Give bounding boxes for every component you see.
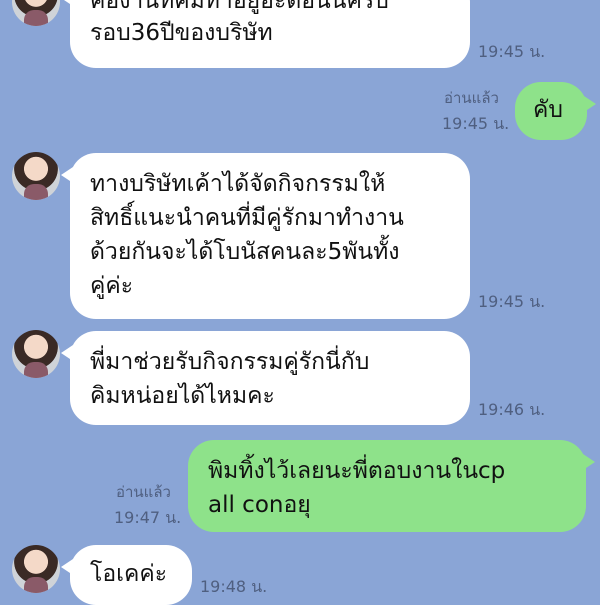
message-line: คับ [533, 97, 563, 123]
message-bubble[interactable]: โอเคค่ะ [61, 545, 192, 605]
message-time: 19:45 น. [442, 114, 510, 133]
message-line: ทางบริษัทเค้าได้จัดกิจกรรมให้ [90, 171, 386, 197]
message-bubble[interactable]: คับ [515, 82, 596, 140]
message-line: พิมทิ้งไว้เลยนะพี่ตอบงานในcp [208, 458, 506, 484]
message-line: ด้วยกันจะได้โบนัสคนละ5พันทั้ง [90, 239, 400, 265]
message-line: สิทธิ์แนะนำคนที่มีคู่รักมาทำงาน [90, 205, 404, 231]
avatar[interactable] [12, 545, 60, 593]
avatar[interactable] [12, 330, 60, 378]
read-receipt: อ่านแล้ว [444, 89, 499, 107]
read-receipt: อ่านแล้ว [116, 483, 171, 501]
message-line: คิมหน่อยได้ไหมคะ [90, 383, 275, 409]
message-line: คืองานที่คิมทำอยู่อะตอนนี้ครบ [90, 0, 389, 14]
message-bubble[interactable]: คืองานที่คิมทำอยู่อะตอนนี้ครบ รอบ36ปีของ… [61, 0, 470, 68]
message-time: 19:46 น. [478, 400, 546, 419]
message-time: 19:48 น. [200, 577, 268, 596]
message-bubble[interactable]: พี่มาช่วยรับกิจกรรมคู่รักนี่กับ คิมหน่อย… [61, 331, 470, 425]
message-time: 19:45 น. [478, 292, 546, 311]
message-line: all conอยุ [208, 492, 311, 518]
message-line: โอเคค่ะ [90, 561, 168, 587]
message-bubble[interactable]: พิมทิ้งไว้เลยนะพี่ตอบงานในcp all conอยุ [188, 440, 595, 532]
message-bubble[interactable]: ทางบริษัทเค้าได้จัดกิจกรรมให้ สิทธิ์แนะน… [61, 153, 470, 319]
avatar[interactable] [12, 0, 60, 26]
message-time: 19:47 น. [114, 508, 182, 527]
avatar[interactable] [12, 152, 60, 200]
message-line: คู่ค่ะ [90, 273, 134, 299]
message-time: 19:45 น. [478, 42, 546, 61]
message-line: รอบ36ปีของบริษัท [90, 20, 273, 46]
message-line: พี่มาช่วยรับกิจกรรมคู่รักนี่กับ [90, 349, 370, 375]
